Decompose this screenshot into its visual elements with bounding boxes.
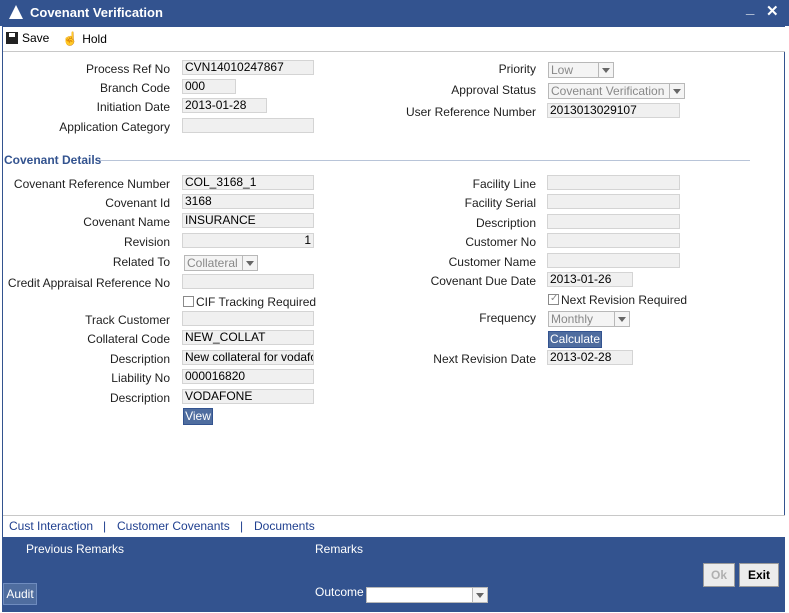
documents-link[interactable]: Documents [254,519,315,533]
track-customer-label: Track Customer [85,313,170,327]
link-bar: Cust Interaction | Customer Covenants | … [3,515,785,537]
section-title: Covenant Details [4,153,102,167]
covenant-name-field[interactable]: INSURANCE [182,213,314,228]
revision-label: Revision [123,235,170,249]
process-ref-label: Process Ref No [85,62,170,76]
chevron-down-icon [598,63,613,77]
covenant-ref-label: Covenant Reference Number [13,177,170,191]
description1-field[interactable]: New collateral for vodafo [182,350,314,365]
application-category-field[interactable] [182,118,314,133]
remarks-label[interactable]: Remarks [315,542,363,556]
description-right-label: Description [475,216,536,230]
description1-label: Description [109,352,170,366]
hold-button[interactable]: ☝ Hold [62,31,107,47]
credit-appraisal-label: Credit Appraisal Reference No [7,276,170,290]
frequency-select[interactable]: Monthly [548,311,630,327]
next-revision-date-field[interactable]: 2013-02-28 [547,350,633,365]
approval-status-value: Covenant Verification [551,84,665,98]
covenant-due-date-field[interactable]: 2013-01-26 [547,272,633,287]
user-ref-label: User Reference Number [405,105,536,119]
close-button[interactable]: ✕ [766,2,779,20]
initiation-date-label: Initiation Date [96,100,170,114]
save-button[interactable]: Save [6,31,49,45]
priority-label: Priority [498,62,536,76]
liability-no-label: Liability No [111,371,170,385]
facility-serial-field[interactable] [547,194,680,209]
description-right-field[interactable] [547,214,680,229]
next-revision-required-label: Next Revision Required [561,293,688,307]
collateral-code-field[interactable]: NEW_COLLAT [182,330,314,345]
branch-code-field[interactable]: 000 [182,79,236,94]
view-button[interactable]: View [183,408,213,425]
previous-remarks-label[interactable]: Previous Remarks [26,542,124,556]
exit-button[interactable]: Exit [739,563,779,587]
branch-code-label: Branch Code [99,81,170,95]
window-title: Covenant Verification [30,5,163,20]
facility-line-field[interactable] [547,175,680,190]
toolbar: Save ☝ Hold [3,27,785,52]
process-ref-field[interactable]: CVN14010247867 [182,60,314,75]
credit-appraisal-field[interactable] [182,274,314,289]
customer-name-label: Customer Name [448,255,536,269]
collateral-code-label: Collateral Code [87,332,170,346]
liability-no-field[interactable]: 000016820 [182,369,314,384]
chevron-down-icon [614,312,629,326]
chevron-down-icon [669,84,684,98]
link-separator: | [103,519,107,533]
facility-serial-label: Facility Serial [464,196,536,210]
customer-no-label: Customer No [465,235,536,249]
calculate-button[interactable]: Calculate [548,331,602,348]
related-to-select[interactable]: Collateral [184,255,258,271]
chevron-down-icon [472,588,487,602]
minimize-button[interactable]: _ [746,0,754,17]
covenant-ref-field[interactable]: COL_3168_1 [182,175,314,190]
covenant-due-date-label: Covenant Due Date [430,274,536,288]
audit-button[interactable]: Audit [3,583,37,605]
covenant-id-label: Covenant Id [105,196,170,210]
hand-icon: ☝ [62,31,79,46]
priority-select[interactable]: Low [548,62,614,78]
save-label: Save [22,31,50,45]
covenant-name-label: Covenant Name [83,215,170,229]
covenant-id-field[interactable]: 3168 [182,194,314,209]
next-revision-required-checkbox[interactable] [548,293,559,305]
facility-line-label: Facility Line [472,177,536,191]
related-to-value: Collateral [187,256,238,270]
next-revision-date-label: Next Revision Date [433,352,536,366]
chevron-down-icon [242,256,257,270]
cif-tracking-label: CIF Tracking Required [196,295,317,309]
footer-panel: Previous Remarks Remarks Outcome Audit O… [3,537,785,612]
hold-label: Hold [82,32,107,46]
cif-tracking-checkbox[interactable] [183,296,194,307]
priority-value: Low [551,63,574,77]
description2-label: Description [109,391,170,405]
customer-covenants-link[interactable]: Customer Covenants [117,519,230,533]
app-logo-icon [9,5,23,19]
revision-field[interactable]: 1 [182,233,314,248]
customer-name-field[interactable] [547,253,680,268]
approval-status-select[interactable]: Covenant Verification [548,83,685,99]
related-to-label: Related To [112,255,170,269]
cust-interaction-link[interactable]: Cust Interaction [9,519,93,533]
application-category-label: Application Category [59,120,170,134]
frequency-label: Frequency [479,311,536,325]
initiation-date-field[interactable]: 2013-01-28 [182,98,267,113]
approval-status-label: Approval Status [451,83,536,97]
ok-button[interactable]: Ok [703,563,735,587]
section-divider [100,160,750,161]
track-customer-field[interactable] [182,311,314,326]
link-separator: | [240,519,244,533]
outcome-select[interactable] [366,587,488,603]
frequency-value: Monthly [551,312,594,326]
title-bar: Covenant Verification _ ✕ [0,0,789,26]
save-icon [6,32,18,44]
description2-field[interactable]: VODAFONE [182,389,314,404]
outcome-label: Outcome [315,585,364,599]
user-ref-field[interactable]: 2013013029107 [547,103,680,118]
customer-no-field[interactable] [547,233,680,248]
